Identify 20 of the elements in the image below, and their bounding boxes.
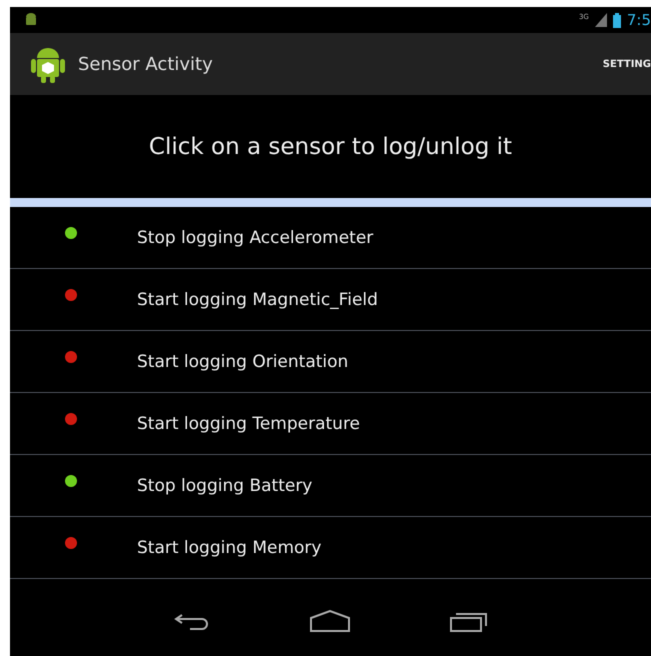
- sensor-label: Start logging Temperature: [137, 414, 360, 434]
- instruction-text: Click on a sensor to log/unlog it: [148, 134, 512, 160]
- sensor-row[interactable]: Stop logging Battery: [10, 455, 651, 517]
- sensor-row[interactable]: Start logging Memory: [10, 517, 651, 579]
- sensor-row[interactable]: Stop logging Accelerometer: [10, 207, 651, 269]
- sensor-label: Stop logging Accelerometer: [137, 228, 374, 248]
- android-icon: [24, 12, 38, 28]
- sensor-label: Stop logging Battery: [137, 476, 312, 496]
- settings-button[interactable]: SETTING: [602, 58, 651, 70]
- sensor-row[interactable]: Start logging Orientation: [10, 331, 651, 393]
- home-icon[interactable]: [310, 610, 350, 632]
- sensor-label: Start logging Orientation: [137, 352, 348, 372]
- sensor-label: Start logging Memory: [137, 538, 322, 558]
- signal-icon: [594, 13, 607, 27]
- sensor-row[interactable]: Start logging Magnetic_Field: [10, 269, 651, 331]
- battery-icon: [612, 12, 621, 28]
- clock: 7:5: [626, 11, 651, 29]
- sensor-label: Start logging Magnetic_Field: [137, 290, 378, 310]
- app-title: Sensor Activity: [78, 54, 213, 74]
- sensor-row[interactable]: Start logging Temperature: [10, 393, 651, 455]
